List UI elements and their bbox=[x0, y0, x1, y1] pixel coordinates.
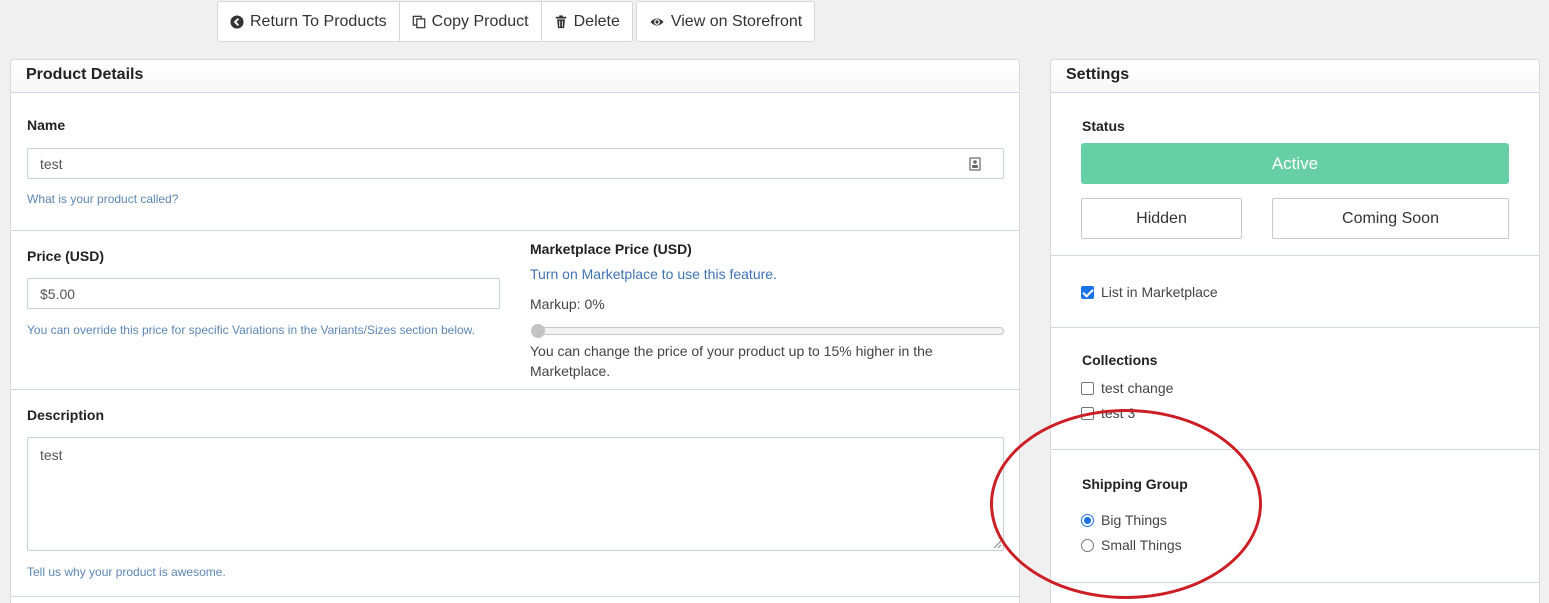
shipping-group-label: Shipping Group bbox=[1082, 476, 1188, 492]
collection-item[interactable]: test 3 bbox=[1081, 405, 1135, 421]
description-textarea-value: test bbox=[40, 447, 63, 463]
toolbar-button-group: Return To Products Copy Product Delete bbox=[217, 1, 633, 42]
settings-title: Settings bbox=[1051, 60, 1539, 93]
copy-product-label: Copy Product bbox=[431, 12, 529, 30]
storefront-button-group: View on Storefront bbox=[635, 1, 816, 42]
list-in-marketplace-checkbox[interactable] bbox=[1081, 285, 1094, 299]
price-label: Price (USD) bbox=[27, 248, 105, 264]
status-hidden-button[interactable]: Hidden bbox=[1081, 198, 1242, 239]
shipping-radio[interactable] bbox=[1081, 513, 1094, 527]
price-section: Price (USD) $5.00 You can override this … bbox=[11, 231, 1019, 390]
markup-text: Markup: 0% bbox=[530, 296, 605, 312]
marketplace-section: List in Marketplace bbox=[1051, 256, 1539, 328]
collection-checkbox[interactable] bbox=[1081, 381, 1094, 395]
name-help-text: What is your product called? bbox=[27, 192, 179, 206]
shipping-option[interactable]: Small Things bbox=[1081, 537, 1182, 553]
product-details-panel: Product Details Name test What is your p… bbox=[10, 59, 1020, 603]
return-to-products-label: Return To Products bbox=[250, 12, 387, 30]
copy-icon bbox=[412, 15, 425, 28]
marketplace-price-label: Marketplace Price (USD) bbox=[530, 241, 692, 257]
shipping-option[interactable]: Big Things bbox=[1081, 512, 1167, 528]
delete-label: Delete bbox=[573, 12, 620, 30]
description-section: Description test Tell us why your produc… bbox=[11, 390, 1019, 597]
description-help-text: Tell us why your product is awesome. bbox=[27, 565, 226, 579]
status-coming-soon-button[interactable]: Coming Soon bbox=[1272, 198, 1509, 239]
collections-label: Collections bbox=[1082, 352, 1158, 368]
collections-section: Collections test change test 3 bbox=[1051, 328, 1539, 450]
shipping-group-section: Shipping Group Big Things Small Things bbox=[1051, 450, 1539, 583]
collection-item[interactable]: test change bbox=[1081, 380, 1173, 396]
name-label: Name bbox=[27, 117, 66, 133]
view-on-storefront-button[interactable]: View on Storefront bbox=[637, 2, 814, 41]
chevron-left-circle-icon bbox=[230, 14, 244, 29]
marketplace-notice-link[interactable]: Turn on Marketplace to use this feature. bbox=[530, 266, 777, 282]
product-toolbar: Return To Products Copy Product Delete V… bbox=[217, 1, 816, 42]
collection-checkbox[interactable] bbox=[1081, 406, 1094, 420]
status-section: Status Active Hidden Coming Soon bbox=[1051, 93, 1539, 256]
price-help-text: You can override this price for specific… bbox=[27, 323, 476, 337]
collection-label: test change bbox=[1101, 380, 1174, 396]
status-label: Status bbox=[1082, 118, 1125, 134]
markup-slider-thumb[interactable] bbox=[531, 324, 545, 338]
return-to-products-button[interactable]: Return To Products bbox=[218, 2, 400, 41]
resize-handle-icon bbox=[993, 540, 1002, 549]
markup-help-text: You can change the price of your product… bbox=[530, 343, 933, 379]
name-input-value: test bbox=[40, 155, 63, 172]
price-input[interactable]: $5.00 bbox=[27, 278, 500, 309]
delete-button[interactable]: Delete bbox=[542, 2, 632, 41]
collection-label: test 3 bbox=[1101, 405, 1136, 421]
product-details-title: Product Details bbox=[11, 60, 1019, 93]
trash-icon bbox=[555, 14, 566, 28]
contact-card-icon bbox=[969, 157, 981, 171]
name-section: Name test What is your product called? bbox=[11, 93, 1019, 231]
name-input[interactable]: test bbox=[27, 148, 1004, 179]
shipping-radio[interactable] bbox=[1081, 538, 1094, 552]
list-in-marketplace-row[interactable]: List in Marketplace bbox=[1081, 284, 1218, 300]
settings-panel: Settings Status Active Hidden Coming Soo… bbox=[1050, 59, 1540, 603]
list-in-marketplace-label: List in Marketplace bbox=[1101, 284, 1218, 300]
description-label: Description bbox=[27, 407, 105, 423]
shipping-option-label: Small Things bbox=[1101, 537, 1182, 553]
view-on-storefront-label: View on Storefront bbox=[670, 12, 803, 30]
price-input-value: $5.00 bbox=[40, 285, 76, 302]
eye-icon bbox=[650, 18, 664, 25]
markup-slider[interactable] bbox=[531, 327, 1004, 335]
shipping-option-label: Big Things bbox=[1101, 512, 1167, 528]
copy-product-button[interactable]: Copy Product bbox=[400, 2, 542, 41]
status-active-button[interactable]: Active bbox=[1081, 143, 1509, 184]
description-textarea[interactable]: test bbox=[27, 437, 1004, 551]
